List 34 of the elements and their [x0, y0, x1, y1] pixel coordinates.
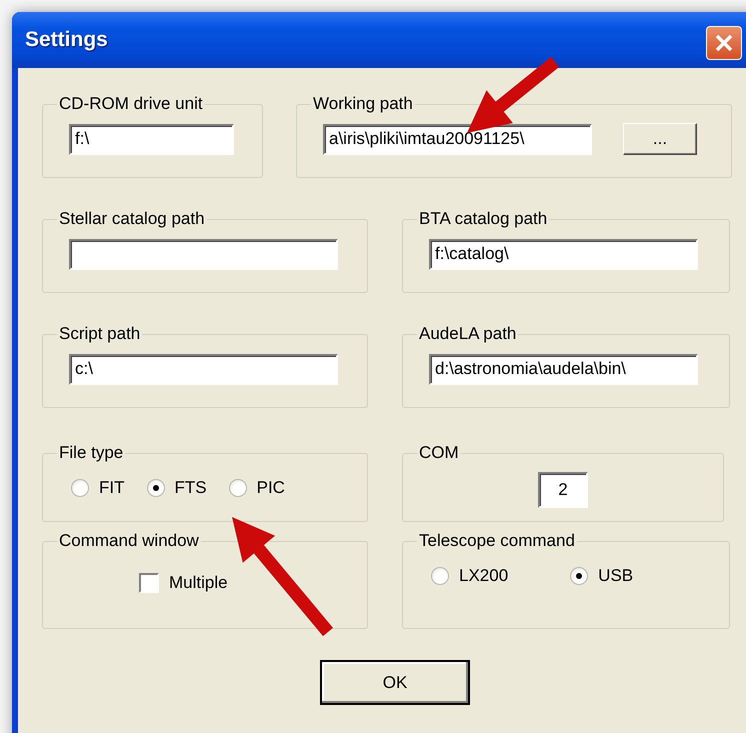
path-field[interactable]: a\iris\pliki\imtau20091125\ — [323, 124, 592, 154]
browse-button[interactable]: ... — [623, 123, 697, 155]
radio-label[interactable]: FTS — [174, 478, 207, 498]
group-label: CD-ROM drive unit — [58, 94, 204, 114]
port-field[interactable]: 2 — [538, 472, 588, 508]
radio-button[interactable] — [228, 479, 247, 497]
radio-button[interactable] — [431, 567, 449, 585]
path-field[interactable] — [69, 238, 338, 270]
radio-label[interactable]: USB — [598, 566, 634, 586]
close-icon — [714, 33, 734, 53]
radio-button[interactable] — [570, 567, 588, 585]
group-label: File type — [58, 443, 124, 463]
group-label: Command window — [58, 531, 200, 551]
path-field[interactable]: d:\astronomia\audela\bin\ — [429, 354, 698, 384]
window-title: Settings — [25, 28, 108, 52]
group-label: BTA catalog path — [418, 209, 548, 229]
checkbox-label[interactable]: Multiple — [169, 573, 228, 593]
ok-button[interactable]: OK — [320, 660, 470, 705]
radio-label[interactable]: LX200 — [459, 566, 508, 586]
path-field[interactable]: c:\ — [69, 354, 338, 384]
radio-label[interactable]: FIT — [99, 478, 124, 498]
radio-button[interactable] — [146, 479, 164, 497]
group-label: Telescope command — [418, 531, 576, 551]
close-button[interactable] — [706, 26, 742, 60]
checkbox[interactable] — [139, 573, 159, 593]
path-field[interactable]: f:\catalog\ — [429, 238, 698, 270]
radio-button[interactable] — [71, 479, 89, 497]
radio-label[interactable]: PIC — [256, 478, 285, 498]
path-field[interactable]: f:\ — [69, 124, 234, 154]
group-label: COM — [418, 443, 460, 463]
group-label: Working path — [312, 94, 414, 114]
group-label: Script path — [58, 324, 142, 344]
group-label: Stellar catalog path — [58, 209, 206, 229]
group-label: AudeLA path — [418, 324, 518, 344]
